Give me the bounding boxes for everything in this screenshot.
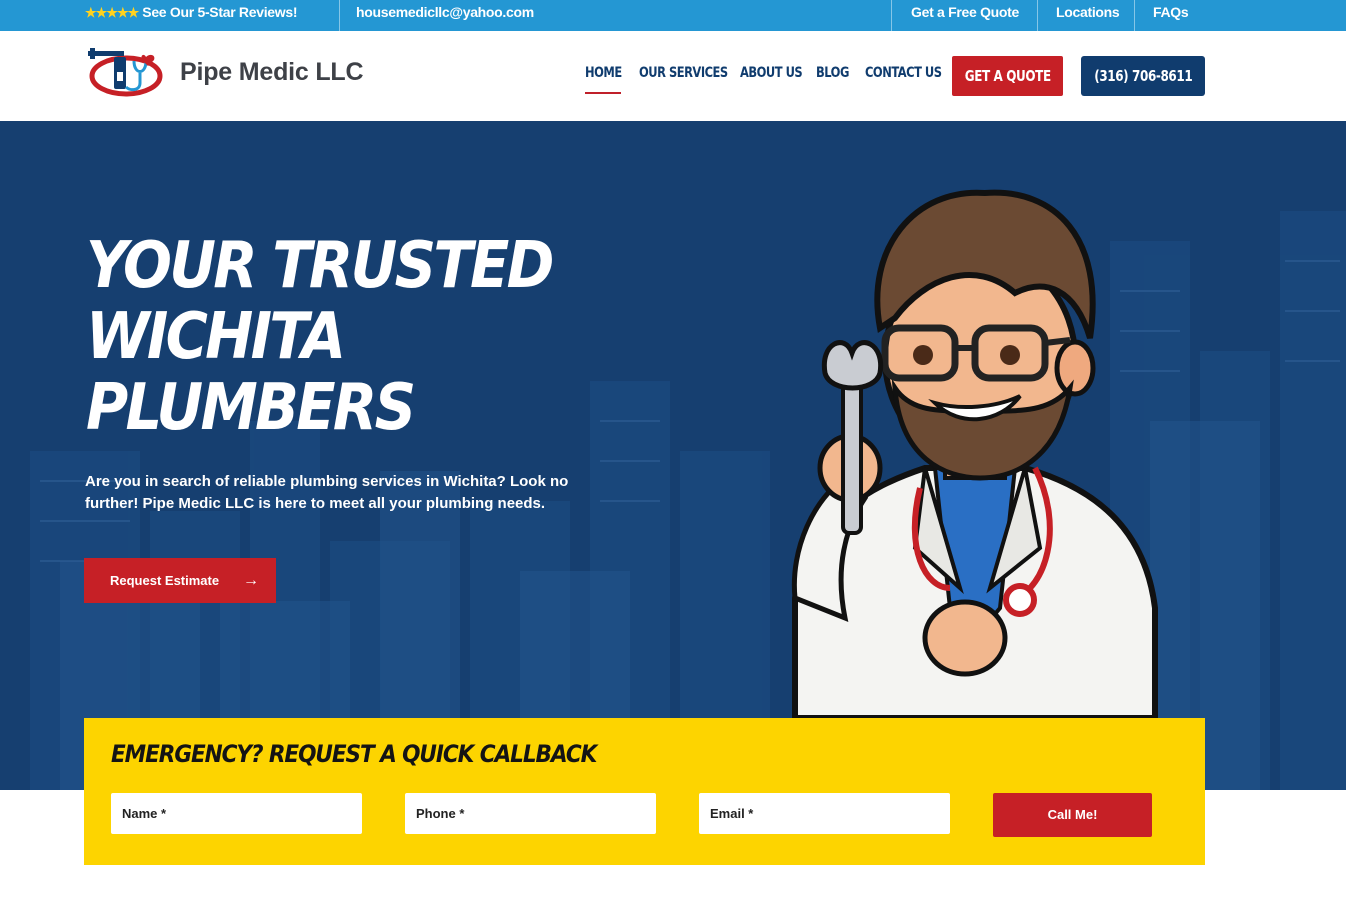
locations-link[interactable]: Locations	[1056, 0, 1120, 31]
reviews-link[interactable]: ★★★★★ See Our 5-Star Reviews!	[85, 0, 298, 31]
site-header: Pipe Medic LLC HOME OUR SERVICES ABOUT U…	[0, 31, 1346, 121]
faqs-link[interactable]: FAQs	[1153, 0, 1189, 31]
hero-headline: YOUR TRUSTED WICHITA PLUMBERS	[86, 229, 554, 445]
quick-callback-form: EMERGENCY? REQUEST A QUICK CALLBACK Call…	[84, 718, 1205, 865]
get-a-quote-button[interactable]: GET A QUOTE	[952, 56, 1063, 96]
topbar-divider	[339, 0, 340, 31]
request-estimate-label: Request Estimate	[110, 573, 220, 588]
pipe-medic-logo[interactable]	[86, 47, 166, 99]
callback-title: EMERGENCY? REQUEST A QUICK CALLBACK	[111, 740, 597, 768]
email-field[interactable]	[699, 793, 950, 834]
name-field[interactable]	[111, 793, 362, 834]
nav-blog[interactable]: BLOG	[816, 65, 849, 81]
email-link[interactable]: housemedicllc@yahoo.com	[356, 0, 534, 31]
star-rating-icon: ★★★★★	[85, 5, 139, 20]
arrow-right-icon: →	[243, 572, 259, 589]
request-estimate-button[interactable]: Request Estimate →	[84, 558, 276, 603]
nav-about-us[interactable]: ABOUT US	[740, 65, 803, 81]
call-me-button[interactable]: Call Me!	[993, 793, 1152, 837]
hero-headline-line: WICHITA	[86, 300, 346, 374]
nav-home[interactable]: HOME	[585, 65, 622, 81]
hero-headline-line: YOUR TRUSTED	[86, 229, 554, 303]
phone-number-label: (316) 706-8611	[1093, 67, 1193, 85]
topbar-divider	[1134, 0, 1135, 31]
topbar-divider	[1037, 0, 1038, 31]
plumber-doctor-mascot	[791, 189, 1158, 718]
nav-contact-us[interactable]: CONTACT US	[865, 65, 942, 81]
nav-active-indicator	[585, 92, 621, 94]
phone-button[interactable]: (316) 706-8611	[1081, 56, 1205, 96]
top-bar: ★★★★★ See Our 5-Star Reviews! housemedicl…	[0, 0, 1346, 31]
brand-name[interactable]: Pipe Medic LLC	[180, 58, 364, 87]
get-a-quote-label: GET A QUOTE	[964, 67, 1051, 85]
hero-description: Are you in search of reliable plumbing s…	[85, 473, 569, 512]
nav-our-services[interactable]: OUR SERVICES	[639, 65, 728, 81]
topbar-divider	[891, 0, 892, 31]
free-quote-link[interactable]: Get a Free Quote	[911, 0, 1019, 31]
phone-field[interactable]	[405, 793, 656, 834]
reviews-link-label: See Our 5-Star Reviews!	[142, 4, 298, 20]
hero-headline-line: PLUMBERS	[86, 371, 416, 445]
